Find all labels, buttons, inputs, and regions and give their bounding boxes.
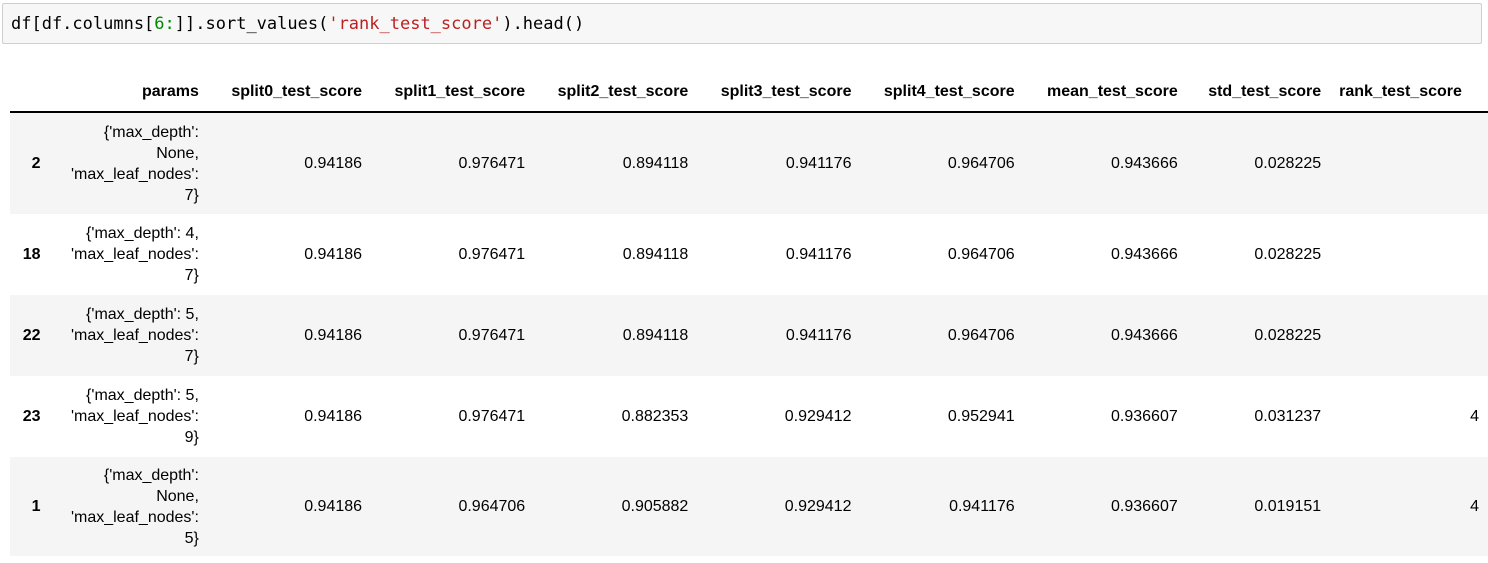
params-text: 7} [184, 267, 199, 284]
table-cell: 0.929412 [784, 497, 852, 515]
table-row: 18 {'max_depth': 4, 'max_leaf_nodes': 7}… [10, 214, 1488, 295]
params-cell: {'max_depth': None, 'max_leaf_nodes': 5} [50, 457, 208, 556]
table-cell [1330, 295, 1488, 376]
table-cell: 0.952941 [947, 407, 1015, 425]
row-index: 23 [22, 407, 41, 425]
table-cell: 0.936607 [1111, 497, 1178, 515]
params-cell: {'max_depth': 5, 'max_leaf_nodes': 7} [50, 295, 208, 376]
table-cell: 0.028225 [1254, 245, 1322, 263]
params-text: 7} [184, 348, 199, 365]
params-text: {'max_depth': 5, [86, 306, 199, 323]
table-row: 2 {'max_depth': None, 'max_leaf_nodes': … [10, 112, 1488, 214]
table-header-row: params split0_test_score split1_test_sco… [10, 70, 1488, 112]
table-cell: 0.94186 [304, 245, 363, 263]
table-cell: 0.031237 [1254, 407, 1322, 425]
params-text: 7} [184, 186, 199, 204]
table-cell: 4 [1470, 407, 1479, 425]
table-cell: 0.964706 [947, 154, 1015, 172]
row-index: 22 [22, 326, 41, 344]
table-row: 1 {'max_depth': None, 'max_leaf_nodes': … [10, 457, 1488, 556]
table-cell: 0.028225 [1254, 326, 1322, 344]
code-input-cell[interactable]: df[df.columns[6:]].sort_values('rank_tes… [2, 3, 1482, 44]
table-cell: 0.894118 [622, 154, 689, 172]
params-text: {'max_depth': 5, [86, 387, 199, 404]
code-string: 'rank_test_score' [328, 13, 503, 34]
column-header: split2_test_score [557, 82, 689, 100]
table-cell: 0.894118 [622, 245, 689, 263]
column-header: split4_test_score [883, 82, 1015, 100]
column-header: std_test_score [1208, 82, 1322, 100]
column-header: rank_test_score [1339, 82, 1462, 100]
params-text: {'max_depth': [103, 123, 199, 141]
column-header: params [141, 82, 199, 100]
code-colon: : [164, 13, 175, 34]
row-index: 2 [31, 154, 41, 172]
table-cell: 0.964706 [458, 497, 526, 515]
table-cell: 4 [1470, 497, 1479, 515]
column-header: mean_test_score [1047, 82, 1178, 100]
table-cell: 0.94186 [304, 407, 363, 425]
table-cell: 0.976471 [458, 245, 526, 263]
table-cell: 0.943666 [1111, 154, 1178, 172]
table-cell: 0.019151 [1254, 497, 1322, 515]
table-cell: 0.964706 [947, 245, 1015, 263]
column-header: split0_test_score [231, 82, 363, 100]
code-prefix: df[df.columns[ [11, 13, 155, 34]
column-header: split3_test_score [720, 82, 852, 100]
table-cell: 0.905882 [621, 497, 689, 515]
table-cell: 0.929412 [784, 407, 852, 425]
table-row: 23 {'max_depth': 5, 'max_leaf_nodes': 9}… [10, 376, 1488, 457]
table-cell: 0.964706 [947, 326, 1015, 344]
table-cell: 0.894118 [622, 326, 689, 344]
table-cell: 0.976471 [458, 154, 526, 172]
table-cell: 0.943666 [1111, 245, 1178, 263]
params-text: 'max_leaf_nodes': [70, 408, 199, 425]
column-header: split1_test_score [394, 82, 526, 100]
params-cell: {'max_depth': 5, 'max_leaf_nodes': 9} [50, 376, 208, 457]
table-cell: 0.976471 [458, 407, 526, 425]
code-suffix: ).head() [502, 13, 585, 34]
table-cell: 0.882353 [621, 407, 689, 425]
params-cell: {'max_depth': 4, 'max_leaf_nodes': 7} [50, 214, 208, 295]
params-text: 'max_leaf_nodes': [70, 165, 199, 183]
table-cell: 0.976471 [458, 326, 526, 344]
table-cell [1330, 112, 1488, 214]
params-text: None, [156, 144, 199, 162]
code-middle: ]].sort_values( [174, 13, 329, 34]
params-text: 'max_leaf_nodes': [70, 508, 199, 526]
table-cell: 0.936607 [1111, 407, 1178, 425]
params-text: 'max_leaf_nodes': [70, 246, 199, 263]
params-text: {'max_depth': 4, [86, 225, 199, 242]
table-cell: 0.94186 [304, 154, 363, 172]
table-cell: 0.94186 [304, 326, 363, 344]
dataframe-table: params split0_test_score split1_test_sco… [10, 70, 1488, 556]
table-cell [1330, 214, 1488, 295]
table-cell: 0.941176 [785, 326, 852, 344]
table-cell: 0.94186 [304, 497, 363, 515]
output-area: params split0_test_score split1_test_sco… [10, 70, 1488, 563]
params-text: {'max_depth': [103, 466, 199, 484]
params-text: 9} [184, 429, 199, 446]
row-index: 18 [22, 245, 41, 263]
table-cell: 0.028225 [1254, 154, 1322, 172]
code-number: 6 [154, 13, 165, 34]
row-index: 1 [31, 497, 41, 515]
index-header [10, 70, 50, 112]
params-cell: {'max_depth': None, 'max_leaf_nodes': 7} [50, 112, 208, 214]
table-cell: 0.941176 [785, 245, 852, 263]
table-cell: 0.943666 [1111, 326, 1178, 344]
table-cell: 0.941176 [785, 154, 852, 172]
table-row: 22 {'max_depth': 5, 'max_leaf_nodes': 7}… [10, 295, 1488, 376]
params-text: 5} [184, 529, 199, 547]
params-text: None, [156, 487, 199, 505]
params-text: 'max_leaf_nodes': [70, 327, 199, 344]
table-cell: 0.941176 [949, 497, 1015, 515]
